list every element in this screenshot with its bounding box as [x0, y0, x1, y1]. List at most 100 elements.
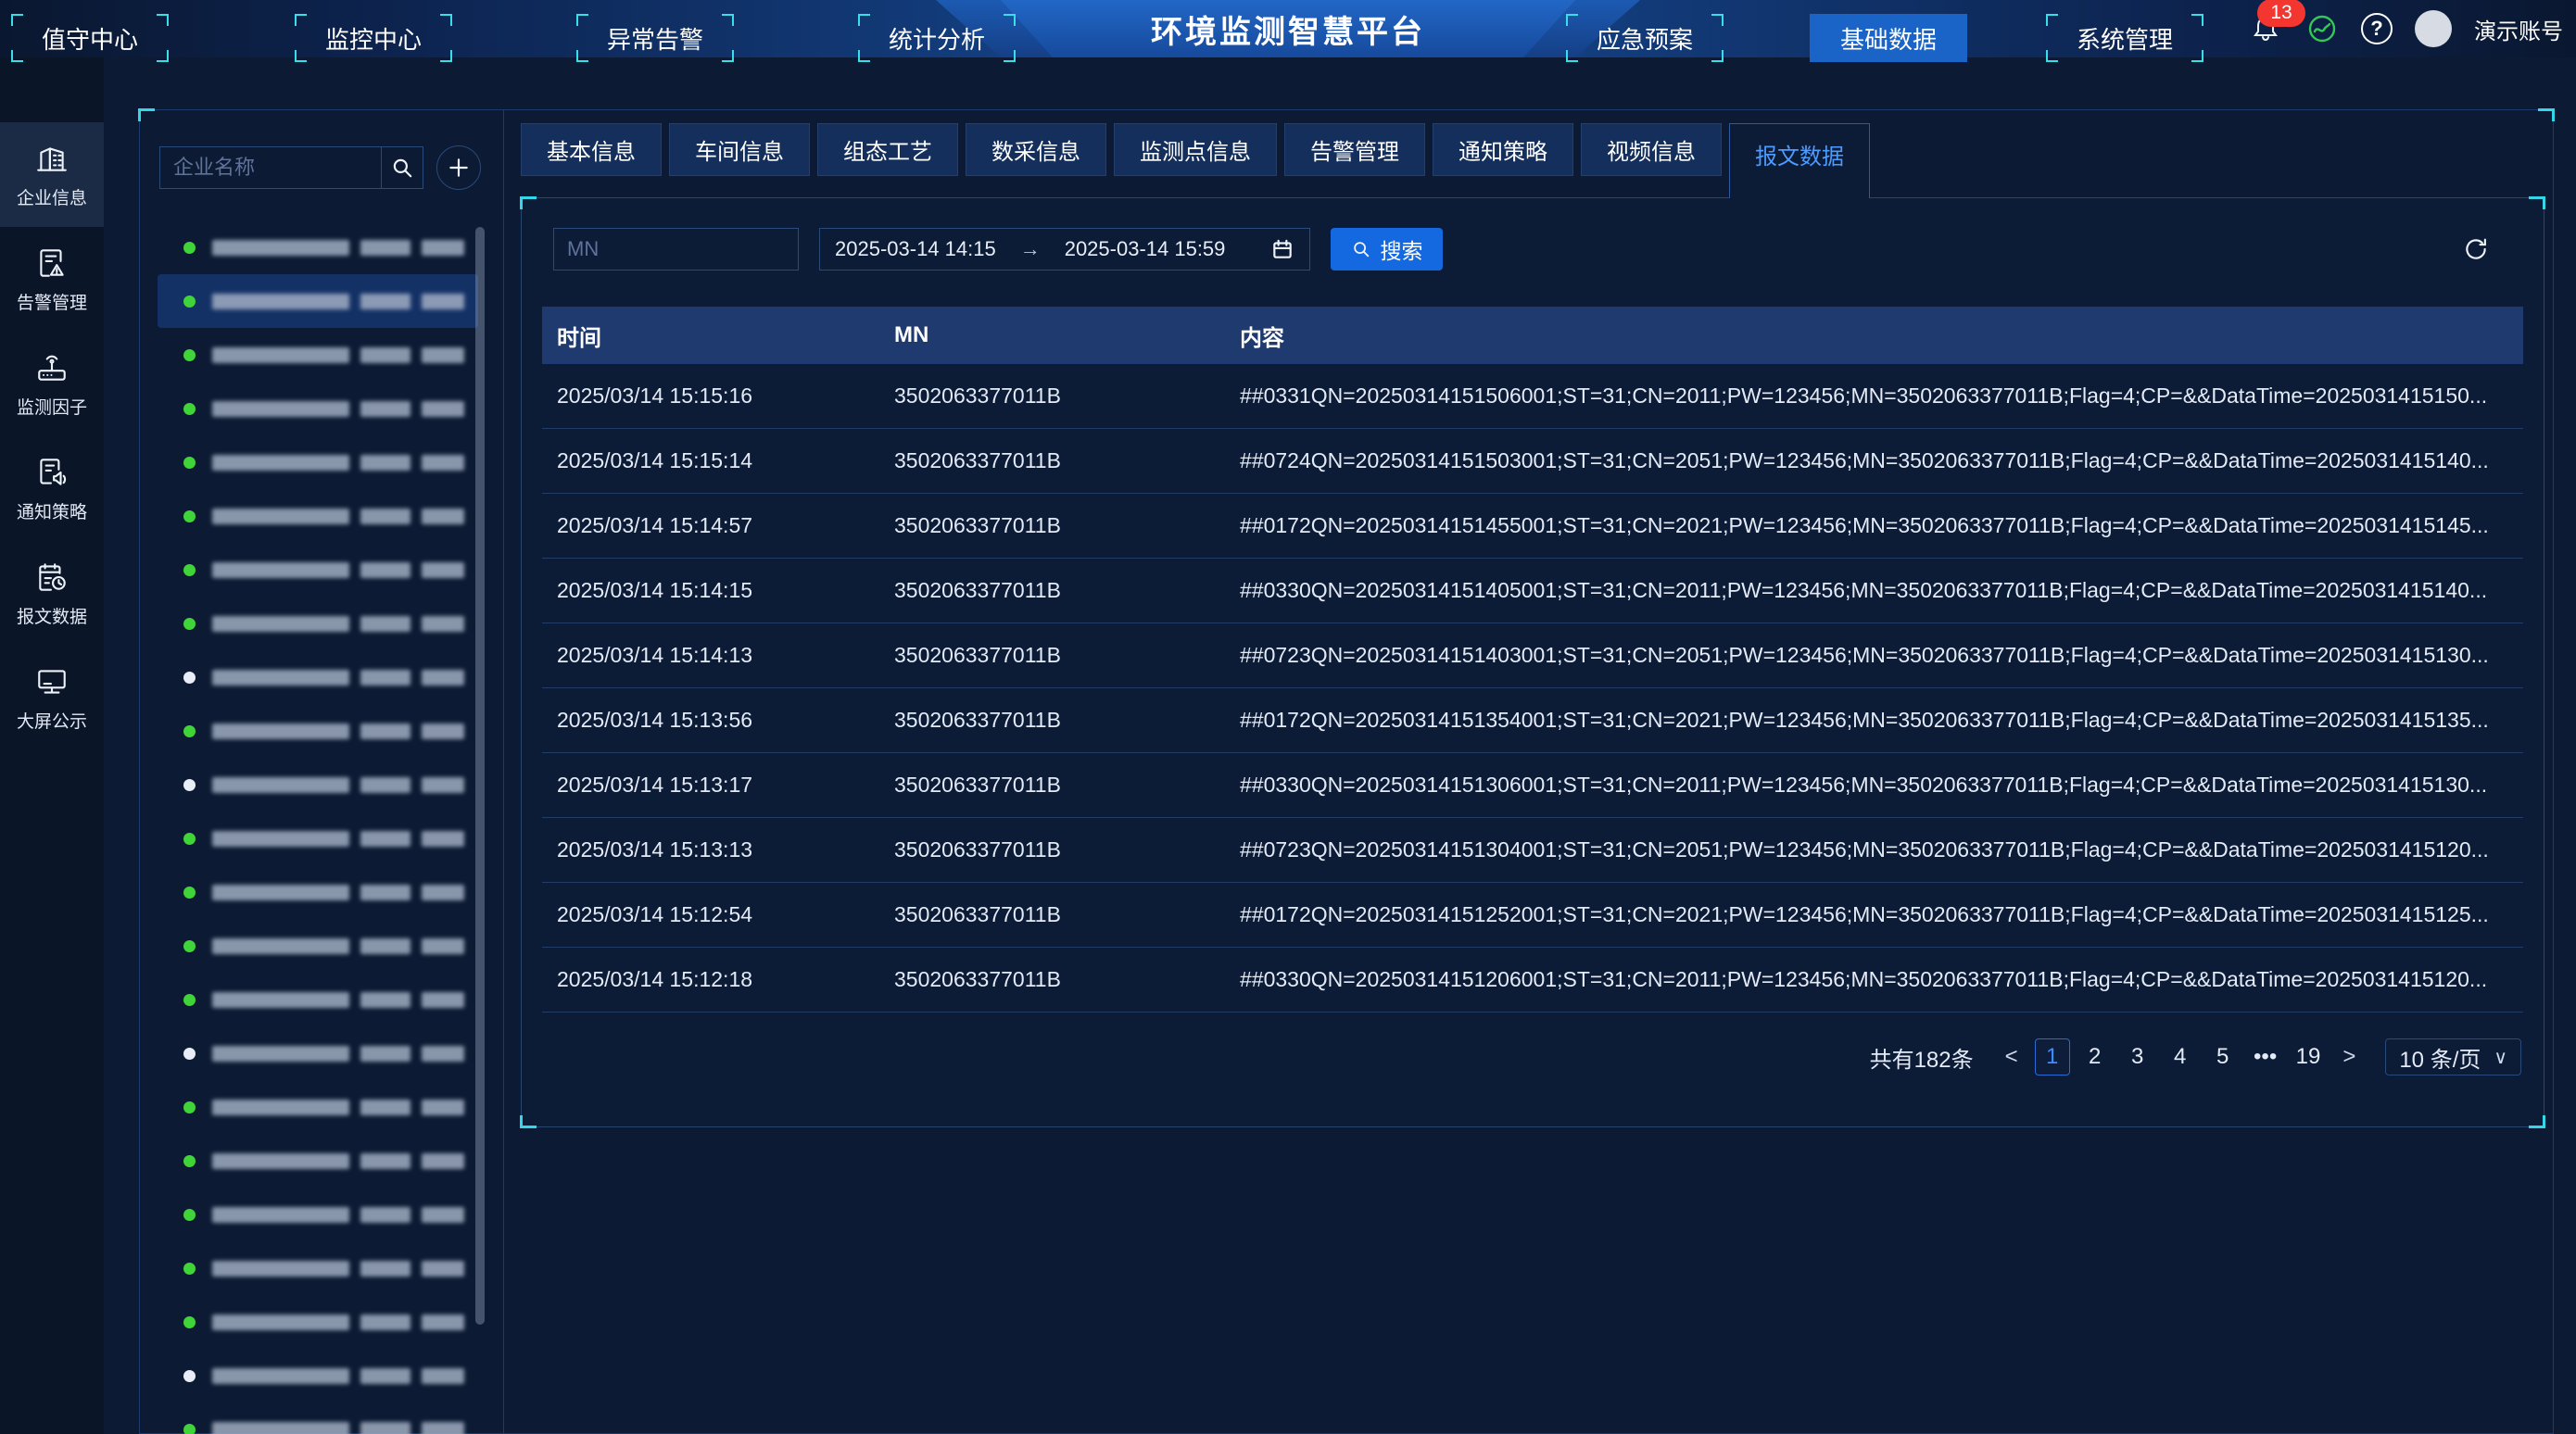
- user-name: 演示账号: [2474, 13, 2563, 45]
- nav-item-statistics[interactable]: 统计分析: [858, 14, 1016, 62]
- prev-page-button[interactable]: <: [1996, 1038, 2027, 1076]
- sidebar-label: 企业信息: [17, 184, 87, 209]
- company-list-item[interactable]: [158, 543, 478, 597]
- tab-configuration-process[interactable]: 组态工艺: [817, 123, 958, 176]
- next-page-button[interactable]: >: [2333, 1038, 2365, 1076]
- company-list-item[interactable]: [158, 328, 478, 382]
- page-number[interactable]: 5: [2205, 1038, 2241, 1076]
- tab-notify-strategy[interactable]: 通知策略: [1433, 123, 1573, 176]
- company-list-item[interactable]: [158, 704, 478, 758]
- cell-content: ##0724QN=20250314151503001;ST=31;CN=2051…: [1240, 448, 2523, 473]
- company-list-item[interactable]: [158, 1134, 478, 1188]
- masked-company-name: [422, 777, 464, 793]
- status-dot: [183, 296, 196, 308]
- company-list-item[interactable]: [158, 1295, 478, 1349]
- company-list-item[interactable]: [158, 973, 478, 1026]
- nav-item-basic-data[interactable]: 基础数据: [1810, 14, 1967, 62]
- nav-item-duty-center[interactable]: 值守中心: [11, 14, 169, 62]
- tab-data-acquisition[interactable]: 数采信息: [966, 123, 1106, 176]
- help-icon[interactable]: ?: [2361, 13, 2393, 44]
- company-list-item[interactable]: [158, 865, 478, 919]
- sidebar-item-message-data[interactable]: 报文数据: [0, 541, 104, 646]
- table-row[interactable]: 2025/03/14 15:12:54 3502063377011B ##017…: [542, 883, 2523, 948]
- company-list-item[interactable]: [158, 435, 478, 489]
- table-row[interactable]: 2025/03/14 15:15:16 3502063377011B ##033…: [542, 364, 2523, 429]
- masked-company-name: [422, 938, 464, 954]
- masked-company-name: [212, 1368, 349, 1384]
- table-row[interactable]: 2025/03/14 15:15:14 3502063377011B ##072…: [542, 429, 2523, 494]
- company-list-item[interactable]: [158, 1026, 478, 1080]
- tab-monitor-points[interactable]: 监测点信息: [1114, 123, 1277, 176]
- tab-basic-info[interactable]: 基本信息: [521, 123, 662, 176]
- cell-content: ##0723QN=20250314151403001;ST=31;CN=2051…: [1240, 643, 2523, 668]
- nav-item-abnormal-alarm[interactable]: 异常告警: [576, 14, 734, 62]
- company-list-item[interactable]: [158, 758, 478, 811]
- table-row[interactable]: 2025/03/14 15:13:13 3502063377011B ##072…: [542, 818, 2523, 883]
- cell-content: ##0172QN=20250314151354001;ST=31;CN=2021…: [1240, 708, 2523, 733]
- tab-workshop-info[interactable]: 车间信息: [669, 123, 810, 176]
- table-row[interactable]: 2025/03/14 15:13:56 3502063377011B ##017…: [542, 688, 2523, 753]
- company-search-input[interactable]: [159, 146, 382, 189]
- company-list-item[interactable]: [158, 382, 478, 435]
- sidebar-item-monitor-factor[interactable]: 监测因子: [0, 332, 104, 436]
- big-screen-icon: [34, 664, 69, 699]
- mn-input[interactable]: [553, 228, 799, 270]
- sidebar-item-big-screen[interactable]: 大屏公示: [0, 646, 104, 750]
- page-number[interactable]: 2: [2077, 1038, 2113, 1076]
- company-list-item[interactable]: [158, 220, 478, 274]
- masked-company-name: [212, 616, 349, 632]
- tab-alarm-management[interactable]: 告警管理: [1284, 123, 1425, 176]
- company-list-item[interactable]: [158, 919, 478, 973]
- table-row[interactable]: 2025/03/14 15:14:13 3502063377011B ##072…: [542, 623, 2523, 688]
- company-list-item[interactable]: [158, 1241, 478, 1295]
- refresh-icon[interactable]: [2462, 235, 2490, 268]
- notification-bell-icon[interactable]: 13: [2248, 10, 2283, 47]
- table-row[interactable]: 2025/03/14 15:12:18 3502063377011B ##033…: [542, 948, 2523, 1013]
- sidebar-item-enterprise-info[interactable]: 企业信息: [0, 122, 104, 227]
- detail-tabs: 基本信息 车间信息 组态工艺 数采信息 监测点信息 告警管理 通知策略 视频信息…: [521, 123, 1870, 198]
- masked-company-name: [422, 455, 464, 471]
- masked-company-name: [212, 347, 349, 363]
- cell-time: 2025/03/14 15:15:14: [542, 448, 894, 473]
- masked-company-name: [212, 240, 349, 256]
- nav-item-system-management[interactable]: 系统管理: [2046, 14, 2203, 62]
- nav-item-emergency-plan[interactable]: 应急预案: [1566, 14, 1724, 62]
- company-list-item[interactable]: [158, 597, 478, 650]
- company-list-item[interactable]: [158, 1188, 478, 1241]
- company-list-item[interactable]: [158, 489, 478, 543]
- page-number[interactable]: 1: [2035, 1038, 2070, 1076]
- tab-message-data[interactable]: 报文数据: [1729, 123, 1870, 198]
- table-header: 时间 MN 内容: [542, 307, 2523, 364]
- page-number[interactable]: 3: [2120, 1038, 2155, 1076]
- theme-icon[interactable]: [2305, 12, 2339, 45]
- corner-accent: [2529, 196, 2545, 209]
- table-row[interactable]: 2025/03/14 15:14:15 3502063377011B ##033…: [542, 559, 2523, 623]
- add-company-button[interactable]: [436, 145, 481, 190]
- table-row[interactable]: 2025/03/14 15:13:17 3502063377011B ##033…: [542, 753, 2523, 818]
- corner-accent: [520, 196, 537, 209]
- page-number[interactable]: 4: [2163, 1038, 2198, 1076]
- company-list-item[interactable]: [158, 811, 478, 865]
- page-size-select[interactable]: 10 条/页 ∨: [2385, 1038, 2521, 1076]
- company-list-scrollbar[interactable]: [475, 227, 485, 1325]
- cell-content: ##0172QN=20250314151455001;ST=31;CN=2021…: [1240, 513, 2523, 538]
- status-dot: [183, 1101, 196, 1113]
- company-list-item[interactable]: [158, 274, 478, 328]
- page-number[interactable]: 19: [2291, 1038, 2327, 1076]
- sidebar-item-alarm-management[interactable]: 告警管理: [0, 227, 104, 332]
- tab-video-info[interactable]: 视频信息: [1581, 123, 1722, 176]
- nav-item-monitor-center[interactable]: 监控中心: [295, 14, 452, 62]
- date-range-picker[interactable]: 2025-03-14 14:15 → 2025-03-14 15:59: [819, 228, 1310, 270]
- table-row[interactable]: 2025/03/14 15:14:57 3502063377011B ##017…: [542, 494, 2523, 559]
- company-list-item[interactable]: [158, 1403, 478, 1434]
- company-list-item[interactable]: [158, 1080, 478, 1134]
- company-list-item[interactable]: [158, 650, 478, 704]
- monitor-device-icon: [34, 350, 69, 385]
- search-button[interactable]: 搜索: [1331, 228, 1443, 270]
- masked-company-name: [360, 1046, 410, 1062]
- company-search-button[interactable]: [381, 146, 423, 189]
- sidebar-item-notify-strategy[interactable]: 通知策略: [0, 436, 104, 541]
- avatar[interactable]: [2415, 10, 2452, 47]
- company-list-item[interactable]: [158, 1349, 478, 1403]
- page-number[interactable]: •••: [2248, 1038, 2283, 1076]
